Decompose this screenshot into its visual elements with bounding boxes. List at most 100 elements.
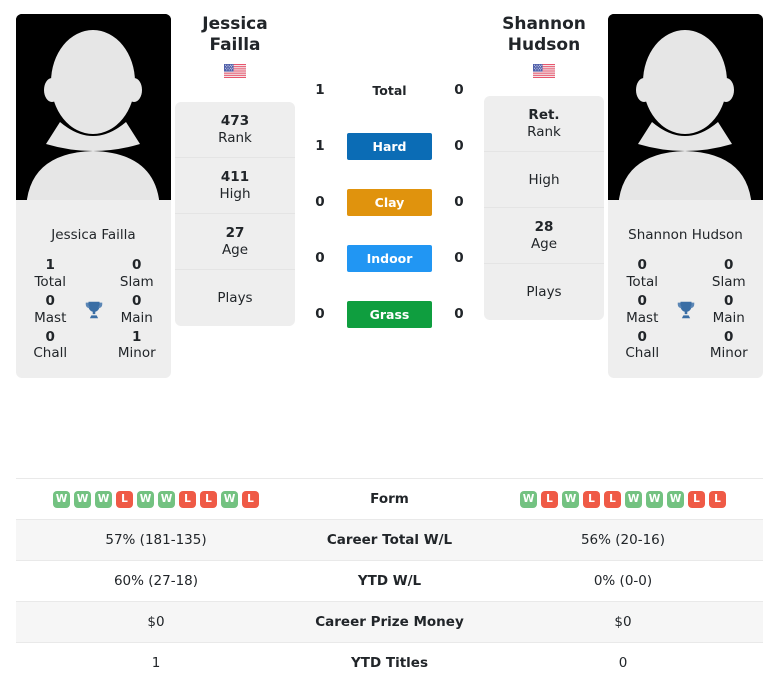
form-badge-win: W: [625, 490, 642, 508]
form-badge-loss: L: [688, 490, 705, 508]
surface-label-hard[interactable]: Hard: [347, 132, 432, 160]
right-rank-card: Ret. Rank High 28 Age Plays: [484, 96, 604, 321]
form-badge-loss: L: [200, 490, 217, 508]
form-badge-win: W: [667, 490, 684, 508]
award-label: Slam: [711, 273, 746, 290]
surface-label-indoor[interactable]: Indoor: [347, 244, 432, 272]
right-award-grid: 0 Total 0 Slam 0 Mast 0 Main 0 Chall 0 M…: [616, 257, 755, 362]
form-badge-loss: L: [116, 490, 133, 508]
award-value: 0: [637, 328, 647, 345]
player-comparison-page: Jessica Failla 1 Total 0 Slam 0 Mast 0 M…: [0, 0, 779, 699]
right-stat-value: 0% (0-0): [483, 560, 763, 602]
surface-right-score: 0: [454, 306, 464, 322]
form-badge-win: W: [520, 490, 537, 508]
surface-left-score: 1: [315, 82, 325, 98]
award-cell: 0 Chall: [24, 329, 77, 363]
award-label: Mast: [34, 309, 67, 326]
award-cell: 0 Total: [616, 257, 669, 291]
form-badge-loss: L: [709, 490, 726, 508]
right-form-cell: WLWLLWWWLL: [483, 478, 763, 520]
surface-label-clay[interactable]: Clay: [347, 188, 432, 216]
award-value: 1: [45, 257, 55, 273]
right-stat-value: 56% (20-16): [483, 519, 763, 561]
rank-value: 27: [225, 225, 245, 242]
award-value: 0: [132, 292, 142, 309]
form-badge-win: W: [74, 490, 91, 508]
form-badge-win: W: [562, 490, 579, 508]
award-value: 1: [132, 328, 142, 345]
form-badge-win: W: [95, 490, 112, 508]
form-badge-loss: L: [604, 490, 621, 508]
left-stat-value: 57% (181-135): [16, 519, 296, 561]
award-label: Total: [626, 273, 659, 290]
rank-label: Rank: [527, 123, 561, 140]
surface-row-grass: 0 Grass 0: [299, 286, 480, 342]
comparison-stats-table: WWWLWWLLWL Form WLWLLWWWLL 57% (181-135)…: [16, 478, 763, 684]
surface-label-grass[interactable]: Grass: [347, 300, 432, 328]
form-badge-win: W: [53, 490, 70, 508]
surface-right-score: 0: [454, 138, 464, 154]
right-player-header: Shannon Hudson: [484, 14, 604, 82]
award-cell: 1 Minor: [111, 329, 164, 363]
award-label: Slam: [119, 273, 154, 290]
surface-row-hard: 1 Hard 0: [299, 118, 480, 174]
surface-row-indoor: 0 Indoor 0: [299, 230, 480, 286]
rank-cell-high: 411 High: [175, 158, 295, 215]
left-player-name: Jessica Failla: [202, 14, 268, 55]
right-stat-value: 0: [483, 642, 763, 684]
trophy-icon: [77, 299, 111, 321]
table-row: 57% (181-135) Career Total W/L 56% (20-1…: [16, 519, 763, 561]
left-rank-card: 473 Rank 411 High 27 Age Plays: [175, 102, 295, 327]
award-value: 0: [45, 292, 55, 309]
comparison-header: Jessica Failla 1 Total 0 Slam 0 Mast 0 M…: [0, 0, 779, 478]
us-flag-icon: [175, 63, 295, 78]
stat-label: YTD Titles: [296, 642, 483, 684]
form-badge-win: W: [221, 490, 238, 508]
award-cell: 0 Slam: [703, 257, 756, 291]
award-label: Mast: [626, 309, 659, 326]
left-stat-value: $0: [16, 601, 296, 643]
award-label: Main: [712, 309, 745, 326]
surface-left-score: 0: [315, 306, 325, 322]
stat-label: Career Prize Money: [296, 601, 483, 643]
surface-right-score: 0: [454, 82, 464, 98]
left-player-caption: Jessica Failla: [51, 227, 136, 243]
right-form-badges: WLWLLWWWLL: [483, 490, 763, 508]
rank-cell-high: High: [484, 152, 604, 209]
surface-breakdown: 1 Total 0 1 Hard 0 0 Clay 0 0 Indoor 0 0: [299, 14, 480, 342]
award-value: 0: [637, 292, 647, 309]
table-row: $0 Career Prize Money $0: [16, 601, 763, 643]
left-award-grid: 1 Total 0 Slam 0 Mast 0 Main 0 Chall 1 M…: [24, 257, 163, 362]
surface-left-score: 1: [315, 138, 325, 154]
rank-value: 28: [534, 219, 554, 236]
award-value: 0: [724, 257, 734, 273]
right-rank-column: Shannon Hudson Ret. Rank High 28 Age Pla…: [484, 14, 604, 321]
rank-label: Plays: [526, 284, 562, 301]
award-value: 0: [724, 292, 734, 309]
rank-value: 411: [220, 169, 250, 186]
award-value: 0: [132, 257, 142, 273]
us-flag-icon: [484, 63, 604, 78]
rank-cell-rank: 473 Rank: [175, 102, 295, 159]
award-label: Total: [34, 273, 67, 290]
surface-row-clay: 0 Clay 0: [299, 174, 480, 230]
award-cell: 1 Total: [24, 257, 77, 291]
stat-label: YTD W/L: [296, 560, 483, 602]
right-player-caption: Shannon Hudson: [628, 227, 743, 243]
award-value: 0: [45, 328, 55, 345]
table-row: 60% (27-18) YTD W/L 0% (0-0): [16, 560, 763, 602]
award-cell: 0 Chall: [616, 329, 669, 363]
form-badge-loss: L: [583, 490, 600, 508]
left-stat-value: 1: [16, 642, 296, 684]
award-cell: 0 Mast: [24, 293, 77, 327]
rank-label: High: [219, 185, 251, 202]
left-player-column: Jessica Failla 1 Total 0 Slam 0 Mast 0 M…: [16, 14, 171, 379]
award-value: 0: [724, 328, 734, 345]
right-stat-value: $0: [483, 601, 763, 643]
award-label: Chall: [625, 345, 660, 362]
rank-cell-rank: Ret. Rank: [484, 96, 604, 153]
rank-label: Rank: [218, 129, 252, 146]
left-player-photo: [16, 14, 171, 213]
left-stat-value: 60% (27-18): [16, 560, 296, 602]
award-cell: 0 Minor: [703, 329, 756, 363]
